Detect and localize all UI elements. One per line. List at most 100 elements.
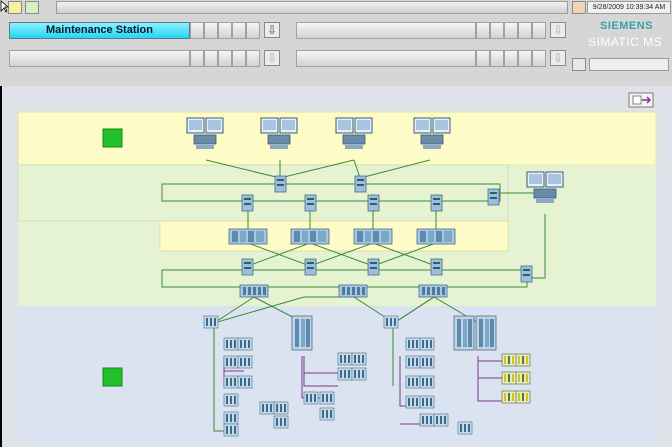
status-indicator[interactable] bbox=[102, 128, 123, 148]
area-slot[interactable] bbox=[232, 22, 246, 39]
io-module-icon[interactable] bbox=[237, 375, 253, 389]
automation-system-icon[interactable] bbox=[475, 315, 497, 351]
area-slot[interactable] bbox=[490, 50, 504, 67]
network-hub-icon[interactable] bbox=[239, 284, 269, 298]
server-icon[interactable] bbox=[290, 228, 330, 245]
io-module-icon[interactable] bbox=[501, 353, 517, 367]
io-module-icon[interactable] bbox=[223, 393, 239, 407]
io-module-icon[interactable] bbox=[419, 395, 435, 409]
switch-icon[interactable] bbox=[430, 258, 443, 276]
automation-system-icon[interactable] bbox=[453, 315, 475, 351]
area-slot[interactable] bbox=[532, 50, 546, 67]
input-field[interactable] bbox=[589, 58, 669, 71]
tab-maintenance-station[interactable]: Maintenance Station bbox=[9, 22, 190, 39]
server-icon[interactable] bbox=[353, 228, 393, 245]
io-module-icon[interactable] bbox=[223, 355, 239, 369]
monitor-icon[interactable] bbox=[572, 58, 586, 71]
io-module-icon[interactable] bbox=[319, 391, 335, 405]
server-icon[interactable] bbox=[228, 228, 268, 245]
datetime-display: 9/28/2009 10:39:34 AM bbox=[587, 1, 671, 14]
cursor-icon bbox=[0, 0, 9, 13]
io-module-icon[interactable] bbox=[259, 401, 275, 415]
area-slot[interactable] bbox=[246, 22, 260, 39]
switch-icon[interactable] bbox=[241, 258, 254, 276]
switch-icon[interactable] bbox=[367, 194, 380, 212]
io-module-icon[interactable] bbox=[515, 390, 531, 404]
io-module-icon[interactable] bbox=[457, 421, 473, 435]
export-arrow-icon[interactable] bbox=[628, 92, 654, 108]
status-indicator[interactable] bbox=[102, 367, 123, 387]
io-module-icon[interactable] bbox=[223, 423, 239, 437]
io-module-icon[interactable] bbox=[237, 337, 253, 351]
io-module-icon[interactable] bbox=[351, 352, 367, 366]
area-button[interactable] bbox=[296, 22, 476, 39]
area-button[interactable] bbox=[296, 50, 476, 67]
io-module-icon[interactable] bbox=[351, 367, 367, 381]
area-button[interactable] bbox=[9, 50, 190, 67]
controller-icon[interactable] bbox=[383, 315, 399, 329]
area-slot[interactable] bbox=[204, 22, 218, 39]
area-slot[interactable] bbox=[190, 50, 204, 67]
area-slot[interactable] bbox=[518, 22, 532, 39]
io-module-icon[interactable] bbox=[501, 371, 517, 385]
io-module-icon[interactable] bbox=[419, 355, 435, 369]
io-module-icon[interactable] bbox=[337, 352, 353, 366]
io-module-icon[interactable] bbox=[419, 337, 435, 351]
io-module-icon[interactable] bbox=[515, 371, 531, 385]
area-slot[interactable] bbox=[218, 22, 232, 39]
switch-icon[interactable] bbox=[241, 194, 254, 212]
io-module-icon[interactable] bbox=[319, 407, 335, 421]
switch-icon[interactable] bbox=[274, 175, 287, 193]
arrow-down-icon[interactable]: ⇩ bbox=[550, 22, 566, 38]
switch-icon[interactable] bbox=[367, 258, 380, 276]
brand-logo: SIEMENS bbox=[600, 20, 654, 32]
automation-system-icon[interactable] bbox=[291, 315, 313, 351]
io-module-icon[interactable] bbox=[515, 353, 531, 367]
arrow-down-icon[interactable]: ⇩ bbox=[264, 50, 280, 66]
switch-icon[interactable] bbox=[430, 194, 443, 212]
io-module-icon[interactable] bbox=[337, 367, 353, 381]
io-module-icon[interactable] bbox=[223, 411, 239, 425]
controller-icon[interactable] bbox=[203, 315, 219, 329]
arrow-down-icon[interactable]: ⇩ bbox=[550, 50, 566, 66]
io-module-icon[interactable] bbox=[223, 337, 239, 351]
plant-overview bbox=[2, 86, 672, 447]
io-module-icon[interactable] bbox=[273, 401, 289, 415]
area-slot[interactable] bbox=[246, 50, 260, 67]
area-slot[interactable] bbox=[490, 22, 504, 39]
io-module-icon[interactable] bbox=[223, 375, 239, 389]
network-hub-icon[interactable] bbox=[338, 284, 368, 298]
area-slot[interactable] bbox=[232, 50, 246, 67]
area-slot[interactable] bbox=[476, 22, 490, 39]
arrow-down-icon[interactable]: ⇩ bbox=[264, 22, 280, 38]
network-hub-icon[interactable] bbox=[418, 284, 448, 298]
io-module-icon[interactable] bbox=[303, 391, 319, 405]
area-slot[interactable] bbox=[218, 50, 232, 67]
io-module-icon[interactable] bbox=[405, 395, 421, 409]
pen-icon[interactable] bbox=[25, 1, 39, 14]
io-module-icon[interactable] bbox=[501, 390, 517, 404]
area-slot[interactable] bbox=[518, 50, 532, 67]
io-module-icon[interactable] bbox=[419, 375, 435, 389]
area-slot[interactable] bbox=[504, 50, 518, 67]
area-slot[interactable] bbox=[204, 50, 218, 67]
switch-icon[interactable] bbox=[304, 258, 317, 276]
folder-icon[interactable] bbox=[8, 1, 22, 14]
io-module-icon[interactable] bbox=[433, 413, 449, 427]
calendar-icon[interactable] bbox=[572, 1, 586, 14]
server-icon[interactable] bbox=[416, 228, 456, 245]
io-module-icon[interactable] bbox=[273, 415, 289, 429]
area-slot[interactable] bbox=[476, 50, 490, 67]
area-slot[interactable] bbox=[190, 22, 204, 39]
io-module-icon[interactable] bbox=[405, 337, 421, 351]
area-slot[interactable] bbox=[504, 22, 518, 39]
io-module-icon[interactable] bbox=[237, 355, 253, 369]
io-module-icon[interactable] bbox=[405, 375, 421, 389]
switch-icon[interactable] bbox=[520, 265, 533, 283]
switch-icon[interactable] bbox=[304, 194, 317, 212]
switch-icon[interactable] bbox=[354, 175, 367, 193]
io-module-icon[interactable] bbox=[405, 355, 421, 369]
area-slot[interactable] bbox=[532, 22, 546, 39]
switch-icon[interactable] bbox=[487, 188, 500, 206]
io-module-icon[interactable] bbox=[419, 413, 435, 427]
